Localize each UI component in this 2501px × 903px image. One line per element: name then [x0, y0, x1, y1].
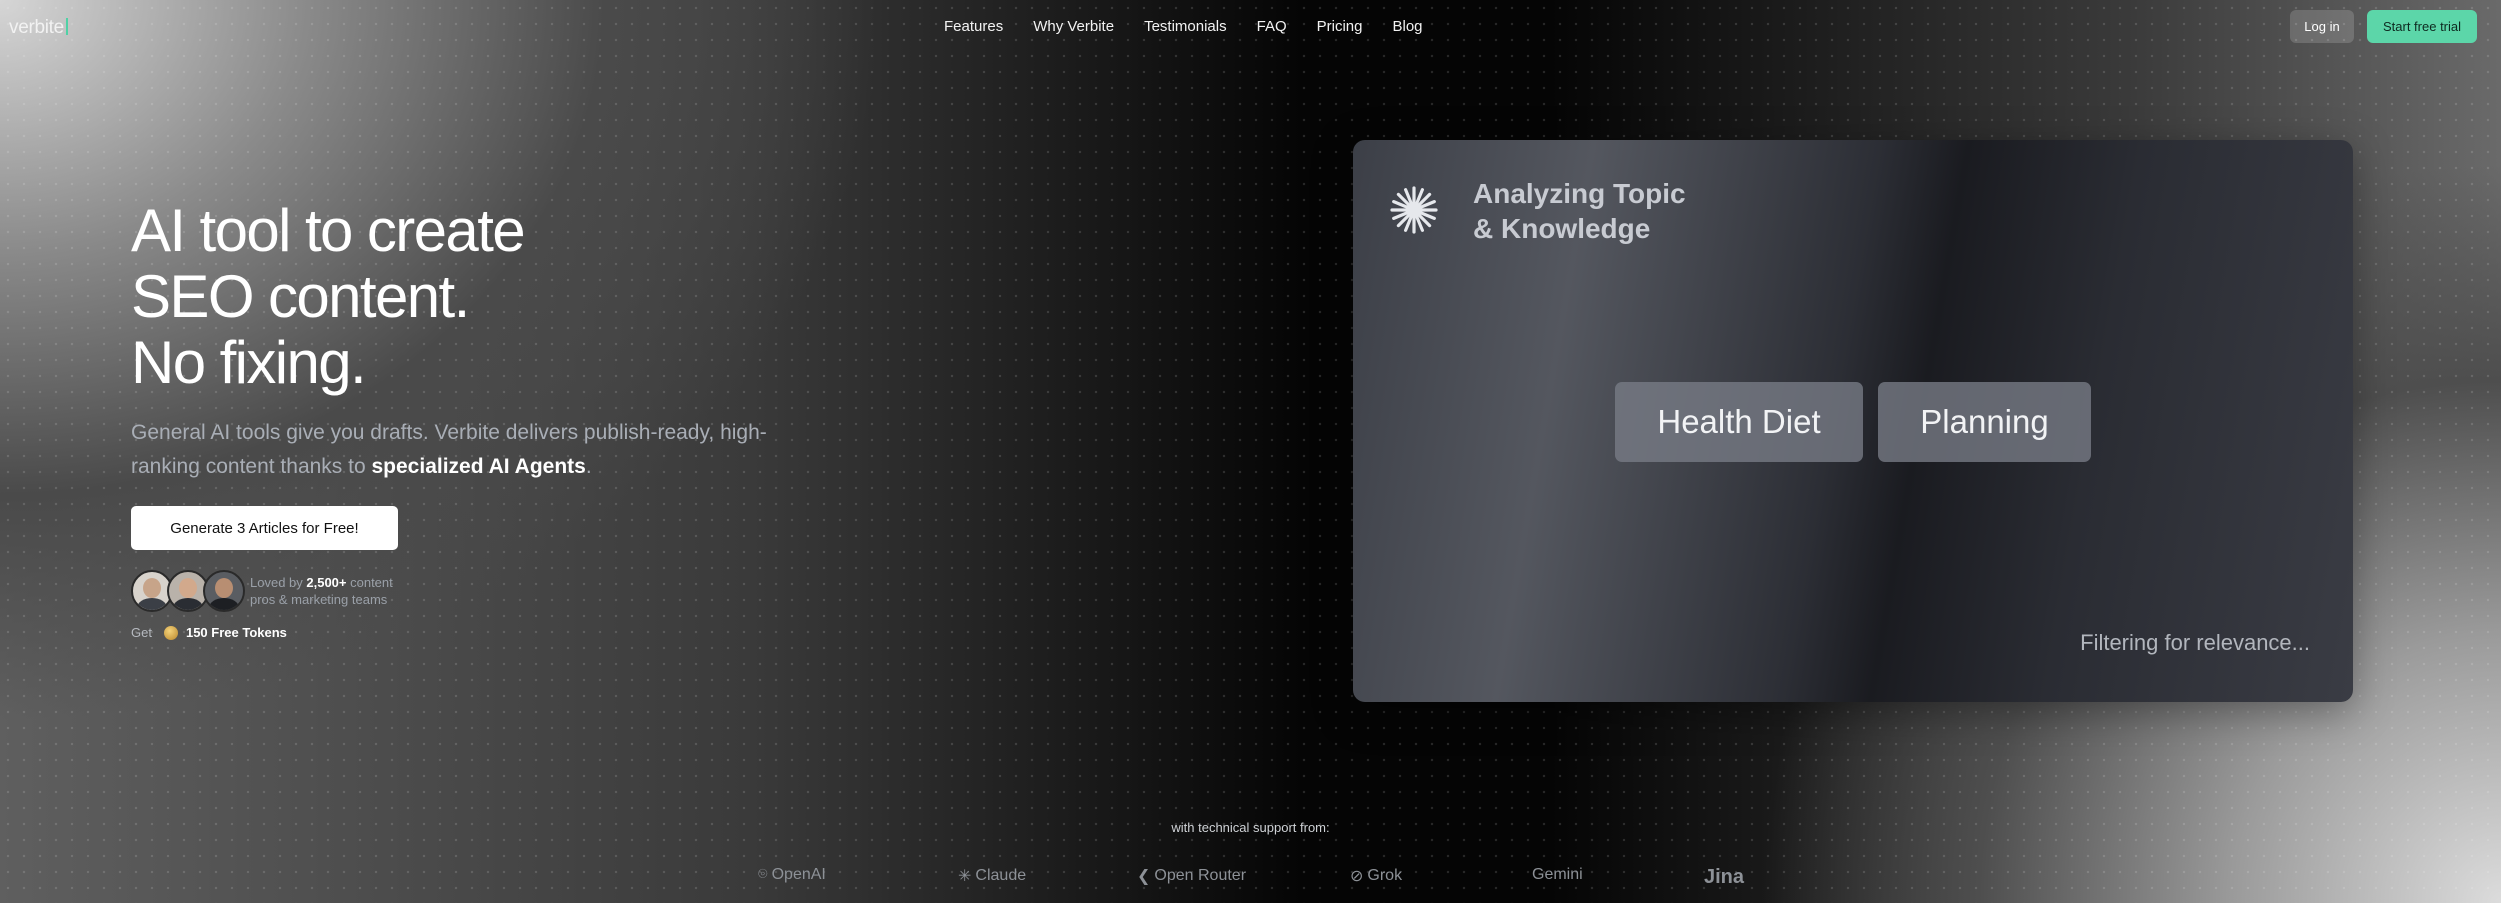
tokens-label: 150 Free Tokens: [185, 625, 287, 640]
brand-name: Gemini: [1532, 866, 1583, 883]
brand-name: Grok: [1367, 867, 1403, 884]
claude-icon: ✳: [958, 868, 972, 885]
customer-avatars: [131, 570, 245, 612]
top-navigation: verbite Features Why Verbite Testimonial…: [0, 0, 2501, 54]
panel-status-text: Filtering for relevance...: [2080, 630, 2310, 655]
nav-link-pricing[interactable]: Pricing: [1317, 18, 1363, 35]
nav-link-features[interactable]: Features: [944, 18, 1003, 35]
verbite-logo[interactable]: verbite: [9, 17, 68, 39]
openai-logo: ⌾ OpenAI: [758, 866, 826, 884]
nav-link-faq[interactable]: FAQ: [1257, 18, 1287, 35]
generate-articles-button[interactable]: Generate 3 Articles for Free!: [131, 506, 398, 550]
partner-logos: ⌾ OpenAI ✳ Claude ❮ Open Router ⊘ Grok Gemin…: [0, 866, 2501, 894]
gemini-logo: Gemini: [1532, 866, 1583, 884]
hero-subtitle: General AI tools give you drafts. Verbit…: [131, 416, 771, 484]
nav-link-why-verbite[interactable]: Why Verbite: [1033, 18, 1114, 35]
nav-link-blog[interactable]: Blog: [1392, 18, 1422, 35]
tokens-prefix: Get: [131, 625, 152, 640]
analysis-demo-panel: Analyzing Topic & Knowledge Health Diet …: [1353, 140, 2353, 702]
panel-title-line: Analyzing Topic: [1473, 178, 1686, 209]
panel-title: Analyzing Topic & Knowledge: [1473, 176, 1686, 246]
topic-chip-planning: Planning: [1878, 382, 2091, 462]
openai-icon: ⌾: [758, 866, 768, 883]
brand-name: Claude: [975, 867, 1027, 884]
openrouter-logo: ❮ Open Router: [1137, 866, 1246, 886]
login-button[interactable]: Log in: [2290, 10, 2354, 43]
technical-support-label: with technical support from:: [1171, 820, 1330, 835]
brand-name: OpenAI: [771, 866, 826, 883]
hero-title-line: No fixing.: [131, 329, 367, 396]
brand-name: Open Router: [1154, 867, 1247, 884]
claude-logo: ✳ Claude: [958, 866, 1026, 886]
start-free-trial-button[interactable]: Start free trial: [2367, 10, 2477, 43]
social-proof-text: Loved by 2,500+ content pros & marketing…: [250, 574, 410, 608]
social-proof-prefix: Loved by: [250, 575, 307, 590]
grok-logo: ⊘ Grok: [1350, 866, 1402, 886]
asterisk-spark-icon: [1390, 186, 1438, 234]
token-coin-icon: [163, 625, 178, 640]
logo-text: verbite: [9, 17, 64, 38]
hero-title-line: AI tool to create: [131, 197, 526, 264]
avatar: [203, 570, 245, 612]
brand-name: Jina: [1704, 866, 1745, 888]
hero-subtitle-highlight: specialized AI Agents: [371, 455, 586, 478]
nav-link-testimonials[interactable]: Testimonials: [1144, 18, 1227, 35]
free-tokens-info: Get 150 Free Tokens: [131, 625, 287, 640]
hero-title: AI tool to create SEO content. No fixing…: [131, 198, 831, 396]
topic-chip-health-diet: Health Diet: [1615, 382, 1863, 462]
nav-links: Features Why Verbite Testimonials FAQ Pr…: [944, 18, 1423, 35]
panel-title-line: & Knowledge: [1473, 213, 1651, 244]
hero-subtitle-end: .: [585, 455, 592, 478]
logo-cursor-icon: [65, 18, 68, 35]
social-proof-count: 2,500+: [306, 575, 347, 590]
hero-title-line: SEO content.: [131, 263, 470, 330]
jina-logo: Jina: [1704, 866, 1744, 889]
openrouter-icon: ❮: [1137, 868, 1151, 885]
grok-icon: ⊘: [1350, 868, 1364, 885]
